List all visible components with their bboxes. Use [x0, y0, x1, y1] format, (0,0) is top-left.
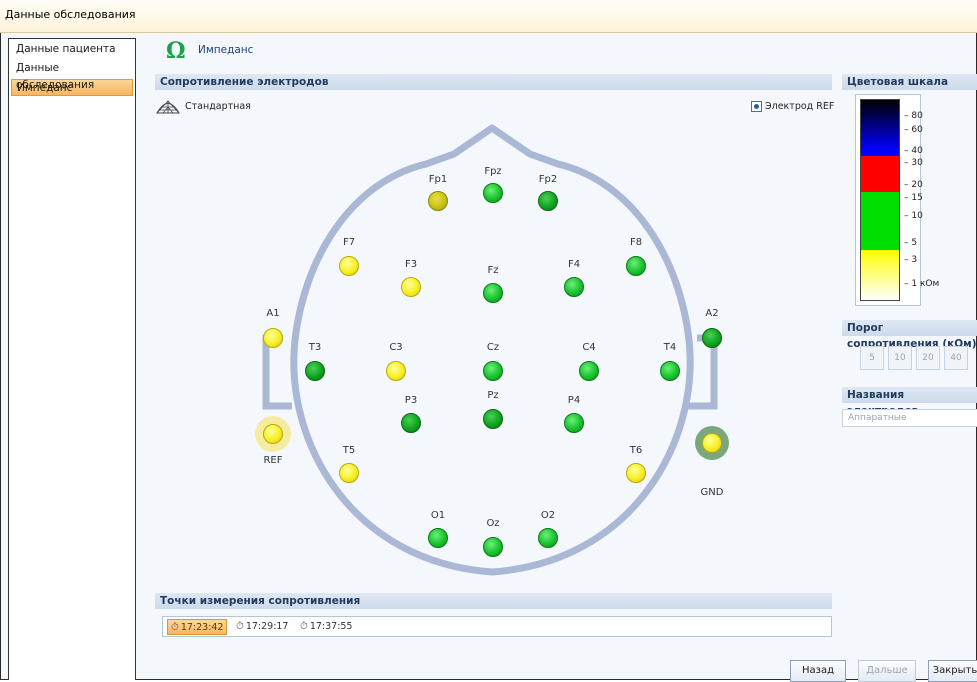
electrode-label: Oz — [486, 518, 500, 529]
electrode-fz[interactable] — [483, 283, 503, 303]
scale-tick: – 80 — [904, 111, 923, 121]
electrode-label: T3 — [308, 342, 322, 353]
close-button[interactable]: Закрыть — [928, 660, 977, 682]
electrode-a1[interactable] — [263, 328, 283, 348]
electrode-label: F8 — [629, 237, 643, 248]
electrode-t4[interactable] — [660, 361, 680, 381]
electrode-t5[interactable] — [339, 463, 359, 483]
measurement-time-item[interactable]: ⏱ 17:29:17 — [233, 619, 291, 635]
electrode-label: P4 — [567, 395, 581, 406]
sidebar-item-patient-data[interactable]: Данные пациента — [11, 41, 133, 58]
electrode-gnd[interactable] — [702, 433, 722, 453]
electrode-c4[interactable] — [579, 361, 599, 381]
electrode-label: Cz — [486, 342, 500, 353]
sidebar-item-impedance[interactable]: Импеданс — [11, 79, 133, 96]
sidebar-item-examination-data[interactable]: Данные обследования — [11, 60, 133, 91]
ref-electrode-toggle[interactable]: Электрод REF — [751, 101, 834, 112]
electrode-f7[interactable] — [339, 256, 359, 276]
electrode-f4[interactable] — [564, 277, 584, 297]
electrode-label: T4 — [663, 342, 677, 353]
electrode-label: O1 — [430, 510, 446, 521]
sidebar: Данные пациента Данные обследования Импе… — [8, 38, 136, 680]
electrode-label: GND — [700, 487, 724, 498]
electrode-a2[interactable] — [702, 328, 722, 348]
electrode-ref[interactable] — [263, 424, 283, 444]
electrode-label: P3 — [404, 395, 418, 406]
threshold-40-button[interactable]: 40 — [944, 346, 968, 370]
electrode-f3[interactable] — [401, 277, 421, 297]
electrode-label: F4 — [567, 259, 581, 270]
electrode-cz[interactable] — [483, 361, 503, 381]
electrode-t3[interactable] — [305, 361, 325, 381]
electrode-f8[interactable] — [626, 256, 646, 276]
electrode-label: A2 — [705, 308, 719, 319]
electrode-fp1[interactable] — [428, 191, 448, 211]
ref-toggle-label: Электрод REF — [765, 101, 835, 112]
electrode-label: F7 — [342, 237, 356, 248]
electrode-label: Fz — [487, 265, 499, 276]
window-title: Данные обследования — [5, 8, 136, 21]
stopwatch-icon: ⏱ — [300, 621, 308, 632]
electrode-names-select[interactable]: Аппаратные — [842, 409, 977, 427]
stopwatch-icon: ⏱ — [236, 621, 244, 632]
color-scale: – 80 – 60 – 40 – 30 – 20 – 15 – 10 – 5 –… — [855, 94, 939, 306]
electrode-c3[interactable] — [386, 361, 406, 381]
electrode-label: A1 — [266, 308, 280, 319]
electrode-o1[interactable] — [428, 528, 448, 548]
electrode-label: Fpz — [484, 166, 502, 177]
electrode-names-header: Названия электродов — [842, 387, 977, 417]
electrode-label: T6 — [629, 445, 643, 456]
electrodes-panel-header: Сопротивление электродов — [155, 74, 832, 90]
ref-radio-icon — [751, 101, 762, 112]
back-button[interactable]: Назад — [790, 660, 846, 682]
next-button[interactable]: Дальше — [858, 660, 916, 682]
scale-tick: – 10 — [904, 211, 923, 221]
color-scale-bar — [860, 99, 900, 301]
montage-label: Стандартная — [185, 100, 251, 112]
stopwatch-icon: ⏱ — [171, 622, 179, 633]
electrode-o2[interactable] — [538, 528, 558, 548]
electrode-label: REF — [263, 455, 283, 466]
scale-tick: – 3 — [904, 255, 918, 265]
electrode-fpz[interactable] — [483, 183, 503, 203]
head-montage-icon — [156, 100, 180, 114]
electrode-label: Fp1 — [428, 174, 448, 185]
electrode-label: C3 — [389, 342, 403, 353]
electrode-t6[interactable] — [626, 463, 646, 483]
threshold-header: Порог сопротивления (кОм) — [842, 320, 977, 350]
omega-icon: Ω — [166, 38, 186, 64]
montage-selector[interactable]: Стандартная — [155, 98, 251, 114]
electrode-label: Fp2 — [538, 174, 558, 185]
measurement-time-item[interactable]: ⏱ 17:37:55 — [297, 619, 355, 635]
scale-tick: – 30 — [904, 158, 923, 168]
threshold-20-button[interactable]: 20 — [916, 346, 940, 370]
measurements-header: Точки измерения сопротивления — [155, 593, 832, 609]
scale-tick: – 5 — [904, 238, 918, 248]
measurement-times-list: ⏱ 17:23:42 ⏱ 17:29:17 ⏱ 17:37:55 — [162, 616, 832, 637]
electrode-p4[interactable] — [564, 413, 584, 433]
scale-tick: – 1 кОм — [904, 279, 940, 289]
electrode-label: C4 — [582, 342, 596, 353]
scale-tick: – 60 — [904, 125, 923, 135]
scale-tick: – 15 — [904, 193, 923, 203]
scale-tick: – 40 — [904, 146, 923, 156]
electrode-fp2[interactable] — [538, 191, 558, 211]
electrode-label: F3 — [404, 259, 418, 270]
electrode-oz[interactable] — [483, 537, 503, 557]
measurement-time-item[interactable]: ⏱ 17:23:42 — [167, 619, 228, 635]
electrode-label: O2 — [540, 510, 556, 521]
electrode-label: T5 — [342, 445, 356, 456]
electrode-p3[interactable] — [401, 413, 421, 433]
electrode-label: Pz — [487, 390, 499, 401]
threshold-10-button[interactable]: 10 — [888, 346, 912, 370]
electrode-pz[interactable] — [483, 409, 503, 429]
scale-tick: – 20 — [904, 180, 923, 190]
color-scale-header: Цветовая шкала — [842, 74, 977, 90]
threshold-5-button[interactable]: 5 — [860, 346, 884, 370]
page-title: Импеданс — [198, 44, 254, 56]
title-bar: Данные обследования — [0, 0, 977, 33]
